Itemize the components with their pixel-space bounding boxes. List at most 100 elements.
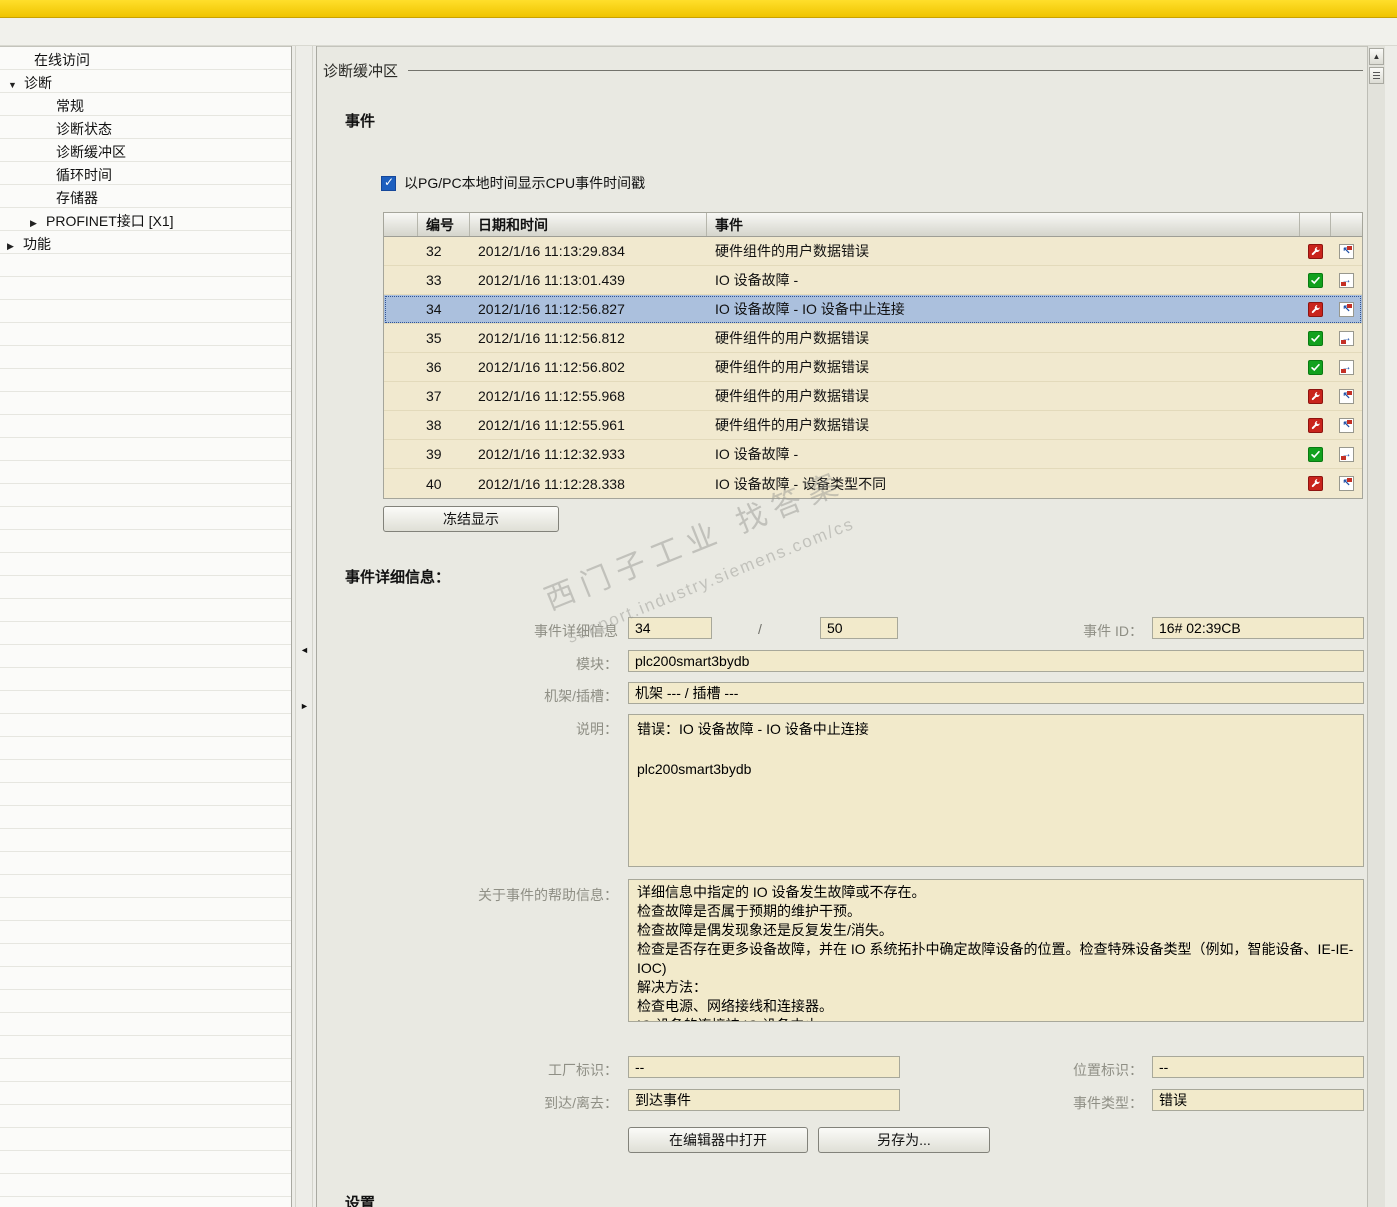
event-status-icon	[1308, 243, 1323, 259]
scroll-up-icon[interactable]: ▲	[1369, 48, 1384, 65]
row-selector-cell	[384, 295, 418, 323]
table-row[interactable]: 37 2012/1/16 11:12:55.968 硬件组件的用户数据错误	[384, 382, 1362, 411]
event-direction-icon	[1339, 476, 1354, 491]
column-header-selector[interactable]	[384, 213, 418, 236]
sidebar-item-label: 诊断缓冲区	[56, 144, 126, 160]
row-selector-cell	[384, 469, 418, 498]
event-id-label: 事件 ID：	[1083, 623, 1143, 639]
row-selector-cell	[384, 440, 418, 468]
event-datetime-cell: 2012/1/16 11:13:29.834	[478, 243, 625, 259]
column-header-status[interactable]	[1300, 213, 1331, 236]
column-header-event[interactable]: 事件	[707, 213, 1300, 236]
plant-designation-label: 工厂标识：	[548, 1062, 618, 1078]
column-header-direction[interactable]	[1331, 213, 1362, 236]
sidebar-item-general[interactable]: 常规	[0, 95, 291, 118]
event-direction-icon	[1339, 330, 1354, 346]
row-selector-cell	[384, 382, 418, 410]
event-status-icon	[1308, 388, 1323, 404]
sidebar-item-label: 诊断状态	[56, 121, 112, 137]
location-identifier-field[interactable]: --	[1152, 1056, 1364, 1078]
event-datetime-cell: 2012/1/16 11:12:55.961	[478, 417, 625, 433]
save-as-button[interactable]: 另存为...	[818, 1127, 990, 1153]
event-status-icon	[1308, 476, 1323, 491]
event-datetime-cell: 2012/1/16 11:12:56.827	[478, 301, 625, 317]
module-field[interactable]: plc200smart3bydb	[628, 650, 1364, 672]
collapse-right-handle[interactable]: ►	[297, 697, 312, 715]
event-id-field[interactable]: 16# 02:39CB	[1152, 617, 1364, 639]
table-row[interactable]: 33 2012/1/16 11:13:01.439 IO 设备故障 -	[384, 266, 1362, 295]
event-text-cell: 硬件组件的用户数据错误	[715, 388, 869, 404]
sidebar-item-label: 循环时间	[56, 167, 112, 183]
sidebar-item-profinet-interface[interactable]: ▶ PROFINET接口 [X1]	[0, 210, 291, 233]
title-rule	[408, 70, 1363, 71]
location-identifier-label: 位置标识：	[1073, 1062, 1143, 1078]
index-separator: /	[758, 621, 762, 637]
event-status-icon	[1308, 446, 1323, 462]
event-no-cell: 39	[426, 446, 442, 462]
row-selector-cell	[384, 324, 418, 352]
event-no-cell: 33	[426, 272, 442, 288]
sidebar-item-cycle-time[interactable]: 循环时间	[0, 164, 291, 187]
table-row[interactable]: 38 2012/1/16 11:12:55.961 硬件组件的用户数据错误	[384, 411, 1362, 440]
event-details-index-label: 事件详细信息	[534, 623, 618, 639]
events-table-header: 编号 日期和时间 事件	[384, 213, 1362, 237]
event-type-field[interactable]: 错误	[1152, 1089, 1364, 1111]
open-in-editor-button[interactable]: 在编辑器中打开	[628, 1127, 808, 1153]
sidebar-item-online-access[interactable]: 在线访问	[0, 49, 291, 72]
event-text-cell: 硬件组件的用户数据错误	[715, 359, 869, 375]
timestamp-checkbox[interactable]	[381, 175, 396, 191]
sidebar-item-memory[interactable]: 存储器	[0, 187, 291, 210]
sidebar-item-label: 常规	[56, 98, 84, 114]
page-title: 诊断缓冲区	[323, 63, 399, 80]
event-no-cell: 38	[426, 417, 442, 433]
pane-splitter[interactable]: ◄ ►	[291, 46, 317, 1207]
expander-open-icon[interactable]: ▼	[8, 74, 24, 95]
scrollbar-menu-icon[interactable]	[1369, 67, 1384, 84]
row-selector-cell	[384, 237, 418, 265]
top-accent-bar	[0, 0, 1397, 18]
plant-designation-field[interactable]: --	[628, 1056, 900, 1078]
rack-slot-field[interactable]: 机架 --- / 插槽 ---	[628, 682, 1364, 704]
event-no-cell: 36	[426, 359, 442, 375]
event-datetime-cell: 2012/1/16 11:12:56.812	[478, 330, 625, 346]
event-text-cell: IO 设备故障 -	[715, 446, 799, 462]
navigation-tree: 在线访问 ▼ 诊断 常规 诊断状态 诊断缓冲区 循环时间 存储器 ▶ PROFINE…	[0, 46, 291, 1207]
help-info-box[interactable]: 详细信息中指定的 IO 设备发生故障或不存在。 检查故障是否属于预期的维护干预。…	[628, 879, 1364, 1022]
event-direction-icon	[1339, 417, 1354, 433]
event-no-cell: 40	[426, 475, 442, 492]
toolbar-strip	[0, 18, 1397, 46]
table-row[interactable]: 40 2012/1/16 11:12:28.338 IO 设备故障 - 设备类型…	[384, 469, 1362, 498]
table-row[interactable]: 36 2012/1/16 11:12:56.802 硬件组件的用户数据错误	[384, 353, 1362, 382]
module-label: 模块：	[576, 656, 618, 672]
collapse-left-handle[interactable]: ◄	[297, 641, 312, 659]
sidebar-item-functions[interactable]: ▶ 功能	[0, 233, 291, 256]
arrival-departure-field[interactable]: 到达事件	[628, 1089, 900, 1111]
event-direction-icon	[1339, 272, 1354, 288]
event-status-icon	[1308, 330, 1323, 346]
event-status-icon	[1308, 301, 1323, 317]
table-row[interactable]: 35 2012/1/16 11:12:56.812 硬件组件的用户数据错误	[384, 324, 1362, 353]
sidebar-item-diagnostic-status[interactable]: 诊断状态	[0, 118, 291, 141]
freeze-display-button[interactable]: 冻结显示	[383, 506, 559, 532]
table-row[interactable]: 32 2012/1/16 11:13:29.834 硬件组件的用户数据错误	[384, 237, 1362, 266]
event-no-cell: 34	[426, 301, 442, 317]
column-header-datetime[interactable]: 日期和时间	[470, 213, 707, 236]
sidebar-item-diagnostic-buffer[interactable]: 诊断缓冲区	[0, 141, 291, 164]
event-index-field[interactable]: 34	[628, 617, 712, 639]
event-total-field[interactable]: 50	[820, 617, 898, 639]
event-datetime-cell: 2012/1/16 11:12:32.933	[478, 446, 625, 462]
event-text-cell: 硬件组件的用户数据错误	[715, 417, 869, 433]
event-direction-icon	[1339, 446, 1354, 462]
table-row[interactable]: 34 2012/1/16 11:12:56.827 IO 设备故障 - IO 设…	[384, 295, 1362, 324]
expander-collapsed-icon[interactable]: ▶	[7, 235, 23, 256]
table-row[interactable]: 39 2012/1/16 11:12:32.933 IO 设备故障 -	[384, 440, 1362, 469]
arrival-departure-label: 到达/离去：	[544, 1095, 618, 1111]
event-text-cell: IO 设备故障 - IO 设备中止连接	[715, 301, 905, 317]
description-box[interactable]: 错误：IO 设备故障 - IO 设备中止连接 plc200smart3bydb	[628, 714, 1364, 867]
expander-collapsed-icon[interactable]: ▶	[30, 212, 46, 233]
column-header-no[interactable]: 编号	[418, 213, 470, 236]
vertical-scrollbar[interactable]: ▲	[1367, 46, 1385, 1207]
event-datetime-cell: 2012/1/16 11:12:28.338	[478, 475, 625, 492]
event-status-icon	[1308, 272, 1323, 288]
sidebar-item-diagnostics[interactable]: ▼ 诊断	[0, 72, 291, 95]
